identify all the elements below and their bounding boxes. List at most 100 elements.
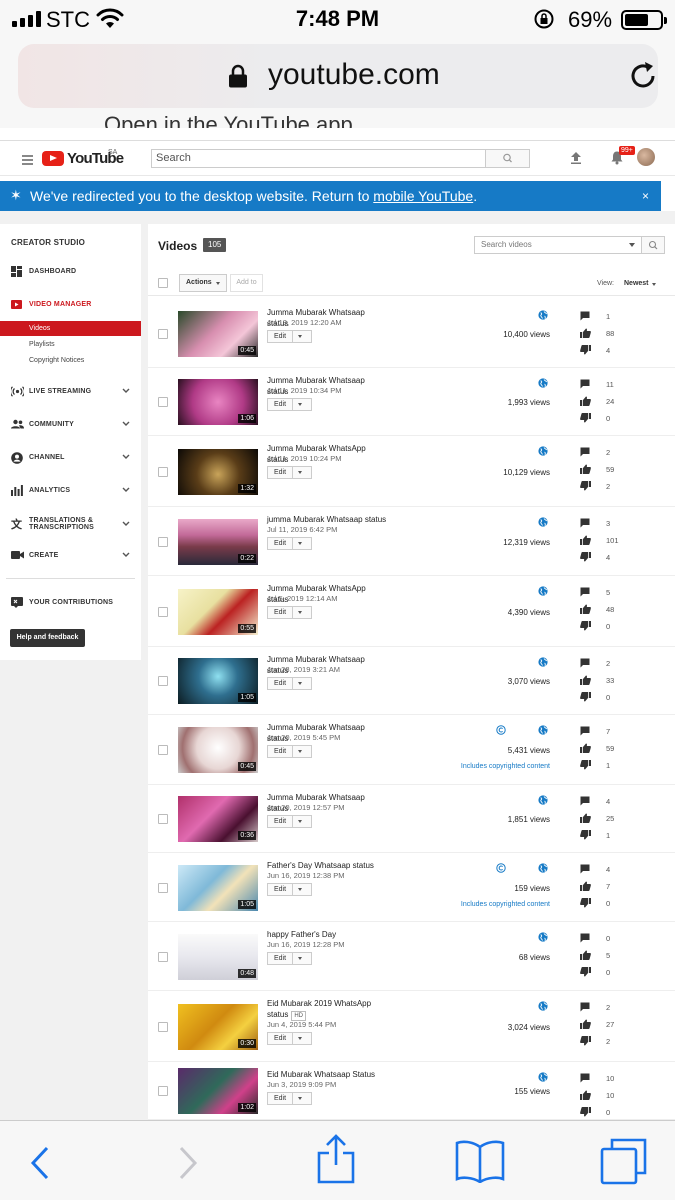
- video-thumbnail[interactable]: 0:45: [178, 311, 258, 357]
- table-row[interactable]: 1:06 Jumma Mubarak Whatsaap status Jul 1…: [148, 368, 675, 436]
- caret-down-icon[interactable]: [298, 471, 302, 474]
- edit-button[interactable]: Edit: [267, 330, 312, 343]
- row-checkbox[interactable]: [158, 1022, 168, 1032]
- caret-down-icon[interactable]: [298, 750, 302, 753]
- edit-button[interactable]: Edit: [267, 815, 312, 828]
- youtube-logo-icon[interactable]: [42, 151, 64, 166]
- video-thumbnail[interactable]: 1:06: [178, 379, 258, 425]
- sidebar-item-channel[interactable]: CHANNEL: [0, 448, 141, 468]
- search-button[interactable]: [486, 149, 530, 168]
- edit-button[interactable]: Edit: [267, 952, 312, 965]
- sort-dropdown[interactable]: Newest: [624, 280, 656, 287]
- row-checkbox[interactable]: [158, 745, 168, 755]
- caret-down-icon[interactable]: [298, 957, 302, 960]
- table-row[interactable]: 0:45 Jumma Mubarak Whatsaap status Jul 1…: [148, 300, 675, 368]
- menu-icon[interactable]: [22, 155, 33, 167]
- row-checkbox[interactable]: [158, 397, 168, 407]
- table-row[interactable]: 1:02 Eid Mubarak Whatsaap Status Jun 3, …: [148, 1062, 675, 1120]
- copyright-claim-link[interactable]: Includes copyrighted content: [398, 763, 550, 770]
- row-checkbox[interactable]: [158, 676, 168, 686]
- caret-down-icon[interactable]: [298, 888, 302, 891]
- caret-down-icon[interactable]: [298, 1037, 302, 1040]
- row-checkbox[interactable]: [158, 329, 168, 339]
- row-checkbox[interactable]: [158, 537, 168, 547]
- video-thumbnail[interactable]: 1:02: [178, 1068, 258, 1114]
- close-icon[interactable]: ×: [642, 189, 649, 203]
- sidebar-item-video-manager[interactable]: VIDEO MANAGER: [0, 295, 141, 315]
- video-title[interactable]: Eid Mubarak Whatsaap Status: [267, 1069, 387, 1080]
- bookmarks-icon[interactable]: [455, 1139, 505, 1183]
- table-row[interactable]: 0:30 Eid Mubarak 2019 WhatsApp status HD …: [148, 991, 675, 1062]
- edit-button[interactable]: Edit: [267, 466, 312, 479]
- table-row[interactable]: 1:05 Father's Day Whatsaap status Jun 16…: [148, 853, 675, 922]
- add-to-button[interactable]: Add to: [230, 274, 263, 292]
- help-and-feedback-button[interactable]: Help and feedback: [10, 629, 85, 647]
- caret-down-icon[interactable]: [629, 243, 635, 247]
- edit-button[interactable]: Edit: [267, 745, 312, 758]
- table-row[interactable]: 0:55 Jumma Mubarak WhatsApp status Jul 5…: [148, 576, 675, 647]
- row-checkbox[interactable]: [158, 467, 168, 477]
- video-title[interactable]: Father's Day Whatsaap status: [267, 860, 387, 871]
- row-checkbox[interactable]: [158, 607, 168, 617]
- caret-down-icon[interactable]: [298, 542, 302, 545]
- row-checkbox[interactable]: [158, 814, 168, 824]
- avatar[interactable]: [637, 148, 655, 166]
- table-row[interactable]: 0:45 Jumma Mubarak Whatsaap status Jun 2…: [148, 715, 675, 785]
- mobile-youtube-link[interactable]: mobile YouTube: [373, 188, 473, 204]
- row-checkbox[interactable]: [158, 883, 168, 893]
- row-checkbox[interactable]: [158, 1086, 168, 1096]
- back-icon[interactable]: [28, 1145, 52, 1181]
- video-thumbnail[interactable]: 1:05: [178, 865, 258, 911]
- caret-down-icon[interactable]: [298, 611, 302, 614]
- tabs-icon[interactable]: [600, 1137, 648, 1185]
- row-checkbox[interactable]: [158, 952, 168, 962]
- video-thumbnail[interactable]: 1:05: [178, 658, 258, 704]
- search-videos-button[interactable]: [642, 236, 665, 254]
- video-title[interactable]: happy Father's Day: [267, 929, 387, 940]
- sidebar-item-analytics[interactable]: ANALYTICS: [0, 481, 141, 501]
- edit-button[interactable]: Edit: [267, 1092, 312, 1105]
- upload-icon[interactable]: [570, 151, 582, 165]
- sidebar-subitem-playlists[interactable]: Playlists: [0, 337, 141, 352]
- sidebar-item-dashboard[interactable]: DASHBOARD: [0, 262, 141, 282]
- search-videos-input[interactable]: Search videos: [474, 236, 642, 254]
- video-title[interactable]: Eid Mubarak 2019 WhatsApp status HD: [267, 998, 387, 1021]
- video-thumbnail[interactable]: 0:36: [178, 796, 258, 842]
- table-row[interactable]: 0:48 happy Father's Day Jun 16, 2019 12:…: [148, 922, 675, 991]
- video-thumbnail[interactable]: 0:45: [178, 727, 258, 773]
- sidebar-item-translations[interactable]: 文 TRANSLATIONS & TRANSCRIPTIONS: [0, 513, 141, 537]
- sidebar-item-your-contributions[interactable]: YOUR CONTRIBUTIONS: [0, 593, 141, 613]
- caret-down-icon[interactable]: [298, 335, 302, 338]
- video-thumbnail[interactable]: 0:48: [178, 934, 258, 980]
- share-icon[interactable]: [316, 1133, 356, 1185]
- caret-down-icon[interactable]: [298, 403, 302, 406]
- sidebar-subitem-copyright-notices[interactable]: Copyright Notices: [0, 353, 141, 368]
- search-input[interactable]: Search: [151, 149, 486, 168]
- select-all-checkbox[interactable]: [158, 278, 168, 288]
- actions-dropdown-button[interactable]: Actions: [179, 274, 227, 292]
- caret-down-icon[interactable]: [298, 682, 302, 685]
- table-row[interactable]: 1:32 Jumma Mubarak WhatsApp status Jul 1…: [148, 436, 675, 507]
- table-row[interactable]: 1:05 Jumma Mubarak Whatsaap status Jun 2…: [148, 647, 675, 715]
- sidebar-item-community[interactable]: COMMUNITY: [0, 415, 141, 435]
- open-in-app-hint[interactable]: Open in the YouTube app: [104, 108, 353, 128]
- copyright-claim-link[interactable]: Includes copyrighted content: [398, 901, 550, 908]
- video-thumbnail[interactable]: 0:30: [178, 1004, 258, 1050]
- video-thumbnail[interactable]: 0:55: [178, 589, 258, 635]
- video-thumbnail[interactable]: 0:22: [178, 519, 258, 565]
- caret-down-icon[interactable]: [298, 820, 302, 823]
- edit-button[interactable]: Edit: [267, 537, 312, 550]
- table-row[interactable]: 0:22 jumma Mubarak Whatsaap status Jul 1…: [148, 507, 675, 576]
- edit-button[interactable]: Edit: [267, 1032, 312, 1045]
- edit-button[interactable]: Edit: [267, 398, 312, 411]
- table-row[interactable]: 0:36 Jumma Mubarak Whatsaap status Jun 2…: [148, 785, 675, 853]
- sidebar-item-live-streaming[interactable]: LIVE STREAMING: [0, 382, 141, 402]
- video-thumbnail[interactable]: 1:32: [178, 449, 258, 495]
- forward-icon[interactable]: [176, 1145, 200, 1181]
- sidebar-item-create[interactable]: CREATE: [0, 546, 141, 566]
- reload-icon[interactable]: [628, 60, 660, 92]
- edit-button[interactable]: Edit: [267, 606, 312, 619]
- sidebar-subitem-videos[interactable]: Videos: [0, 321, 141, 336]
- edit-button[interactable]: Edit: [267, 677, 312, 690]
- video-title[interactable]: jumma Mubarak Whatsaap status: [267, 514, 387, 525]
